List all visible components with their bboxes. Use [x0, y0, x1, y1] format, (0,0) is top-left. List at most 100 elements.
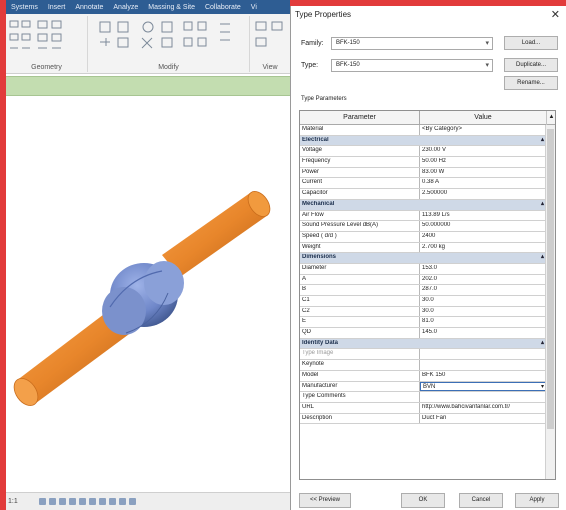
- parameter-value[interactable]: Duct Fan: [422, 415, 544, 421]
- parameter-value[interactable]: 81.0: [422, 318, 544, 324]
- apply-button[interactable]: Apply: [515, 493, 559, 508]
- table-row[interactable]: Power 83.00 W: [300, 167, 546, 179]
- sun-path-icon[interactable]: [58, 498, 66, 505]
- table-row[interactable]: Air Flow 113.89 L/s: [300, 210, 546, 222]
- table-row[interactable]: B 287.0: [300, 285, 546, 296]
- collapse-icon[interactable]: ▴: [541, 136, 544, 143]
- parameter-value[interactable]: 230.00 V: [422, 147, 544, 153]
- table-row[interactable]: URL http://www.bahcivanfanlar.com.tr/: [300, 402, 546, 414]
- table-row[interactable]: Current 0.38 A: [300, 178, 546, 190]
- dialog-title: Type Properties: [295, 10, 352, 19]
- parameter-value[interactable]: 287.0: [422, 286, 544, 292]
- temporary-hide-icon[interactable]: [108, 498, 116, 505]
- parameter-name: URL: [302, 403, 315, 410]
- collapse-icon[interactable]: ▴: [541, 200, 544, 207]
- table-row[interactable]: Model BFK 150: [300, 370, 546, 382]
- parameter-value-text: 230.00 V: [422, 147, 447, 154]
- ribbon-tab-view[interactable]: Vi: [246, 4, 262, 11]
- column-divider: [419, 402, 420, 413]
- preview-button[interactable]: << Preview: [299, 493, 351, 508]
- parameter-value[interactable]: 2.500000: [422, 190, 544, 196]
- type-dropdown[interactable]: BFK-150 ▾: [331, 59, 493, 72]
- parameter-value[interactable]: 30.0: [422, 297, 544, 303]
- parameter-value[interactable]: BVN ▾: [420, 381, 546, 392]
- family-dropdown[interactable]: BFK-150 ▾: [331, 37, 493, 50]
- parameter-value[interactable]: 0.38 A: [422, 179, 544, 185]
- parameter-value[interactable]: 83.00 W: [422, 169, 544, 175]
- table-row[interactable]: C1 30.0: [300, 296, 546, 307]
- 3d-view-canvas[interactable]: [6, 97, 290, 489]
- parameter-value[interactable]: http://www.bahcivanfanlar.com.tr/: [422, 404, 544, 410]
- crop-view-icon[interactable]: [88, 498, 96, 505]
- parameter-value[interactable]: BFK 150: [422, 372, 544, 378]
- scrollbar-thumb[interactable]: [547, 129, 554, 429]
- parameter-value-text: 30.0: [422, 307, 434, 314]
- ribbon-tab-annotate[interactable]: Annotate: [70, 4, 108, 11]
- rename-button[interactable]: Rename...: [504, 76, 558, 90]
- vertical-scrollbar[interactable]: [545, 125, 555, 479]
- collapse-icon[interactable]: ▴: [541, 339, 544, 346]
- table-row[interactable]: Capacitor 2.500000: [300, 189, 546, 200]
- table-row[interactable]: Manufacturer BVN ▾: [300, 381, 546, 393]
- table-row[interactable]: Description Duct Fan: [300, 413, 546, 425]
- table-row[interactable]: C2 30.0: [300, 306, 546, 318]
- table-row[interactable]: Weight 2.700 kg: [300, 242, 546, 254]
- view-scale[interactable]: 1:1: [8, 498, 18, 505]
- analytical-model-icon[interactable]: [128, 498, 136, 505]
- reveal-hidden-icon[interactable]: [118, 498, 126, 505]
- parameter-value[interactable]: 2400: [422, 233, 544, 239]
- parameter-column-header[interactable]: Parameter: [300, 111, 420, 125]
- scroll-up-icon[interactable]: ▲: [546, 111, 555, 125]
- table-row[interactable]: Type Image: [300, 349, 546, 361]
- table-row[interactable]: Diameter 153.0: [300, 263, 546, 275]
- group-header-row[interactable]: Identity Data ▴: [300, 338, 546, 350]
- group-header-row[interactable]: Dimensions ▴: [300, 253, 546, 264]
- load-button[interactable]: Load...: [504, 36, 558, 50]
- modify-tools-icon[interactable]: [90, 18, 248, 58]
- render-icon[interactable]: [78, 498, 86, 505]
- table-row[interactable]: Type Comments: [300, 392, 546, 403]
- duplicate-button[interactable]: Duplicate...: [504, 58, 558, 72]
- table-row[interactable]: Sound Pressure Level dB(A) 50.000000: [300, 221, 546, 232]
- table-row[interactable]: Keynote: [300, 360, 546, 371]
- lock-view-icon[interactable]: [98, 498, 106, 505]
- table-row[interactable]: A 202.0: [300, 274, 546, 286]
- ribbon-tab-systems[interactable]: Systems: [6, 4, 43, 11]
- visual-style-icon[interactable]: [48, 498, 56, 505]
- ok-button[interactable]: OK: [401, 493, 445, 508]
- parameter-value[interactable]: 113.89 L/s: [422, 212, 544, 218]
- parameter-value[interactable]: 2.700 kg: [422, 244, 544, 250]
- table-row[interactable]: Frequency 50.00 Hz: [300, 157, 546, 168]
- ribbon-tab-collaborate[interactable]: Collaborate: [200, 4, 246, 11]
- table-row[interactable]: QD 145.0: [300, 328, 546, 339]
- group-header-row[interactable]: Electrical ▴: [300, 135, 546, 147]
- geometry-tools-icon[interactable]: [8, 18, 88, 58]
- collapse-icon[interactable]: ▴: [541, 253, 544, 260]
- shadows-icon[interactable]: [68, 498, 76, 505]
- ribbon-tab-massing-site[interactable]: Massing & Site: [143, 4, 200, 11]
- parameter-value-text: 2400: [422, 232, 436, 239]
- parameter-value[interactable]: <By Category>: [422, 126, 544, 132]
- column-divider: [419, 210, 420, 221]
- table-row[interactable]: E 81.0: [300, 317, 546, 329]
- parameter-value[interactable]: 202.0: [422, 276, 544, 282]
- parameter-name: Model: [302, 371, 319, 378]
- chevron-down-icon[interactable]: ▾: [541, 383, 544, 390]
- value-column-header[interactable]: Value: [420, 111, 546, 125]
- table-row[interactable]: Material <By Category>: [300, 125, 546, 136]
- table-row[interactable]: Speed ( d/d ) 2400: [300, 231, 546, 243]
- parameter-value[interactable]: 30.0: [422, 308, 544, 314]
- parameter-value[interactable]: 50.000000: [422, 222, 544, 228]
- detail-level-icon[interactable]: [38, 498, 46, 505]
- view-tools-icon[interactable]: [252, 18, 288, 58]
- parameter-value[interactable]: 153.0: [422, 265, 544, 271]
- parameter-value[interactable]: 50.00 Hz: [422, 158, 544, 164]
- group-header-row[interactable]: Mechanical ▴: [300, 199, 546, 211]
- table-row[interactable]: Voltage 230.00 V: [300, 146, 546, 158]
- duct-fan-model[interactable]: [6, 97, 290, 489]
- ribbon-tab-insert[interactable]: Insert: [43, 4, 71, 11]
- cancel-button[interactable]: Cancel: [459, 493, 503, 508]
- ribbon-tab-analyze[interactable]: Analyze: [108, 4, 143, 11]
- close-icon[interactable]: ✕: [551, 8, 560, 21]
- parameter-value[interactable]: 145.0: [422, 329, 544, 335]
